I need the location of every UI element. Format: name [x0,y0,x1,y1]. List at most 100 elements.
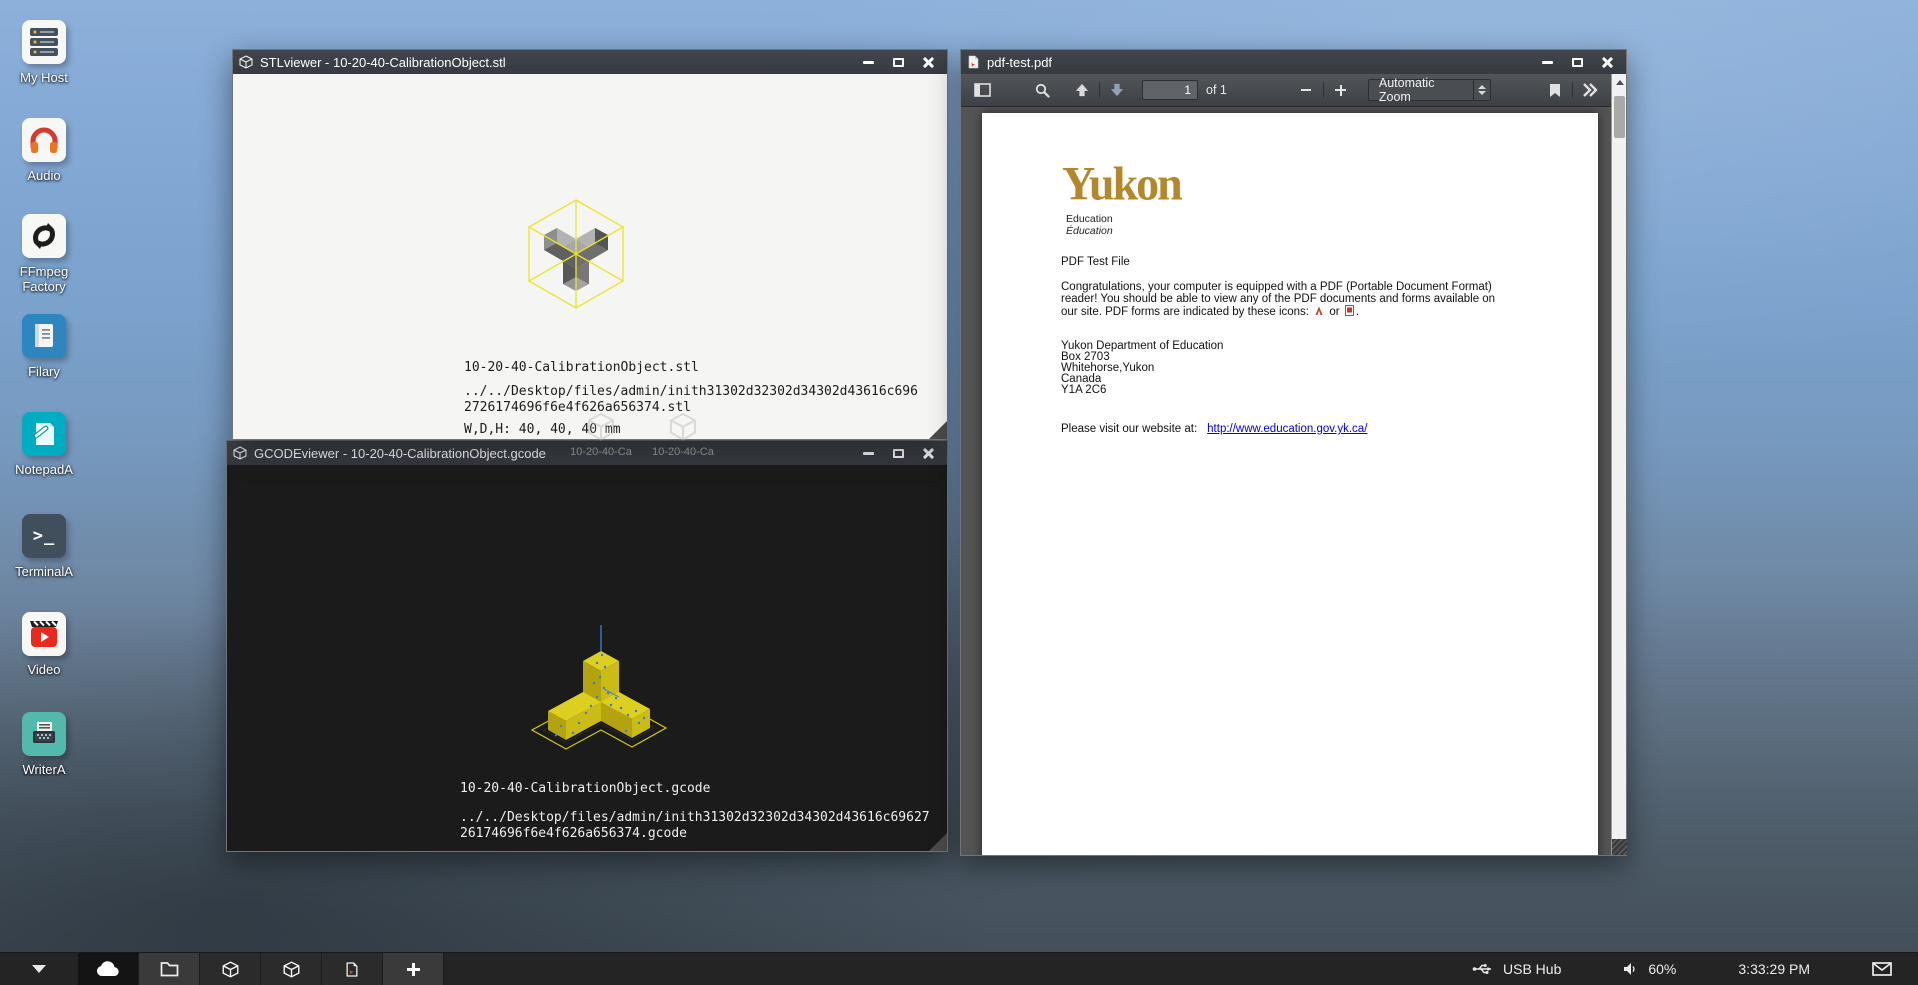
desktop-icon-terminala[interactable]: >_ TerminalA [6,514,82,579]
bookmark-icon [1549,83,1561,98]
gcode-viewer-window: GCODEviewer - 10-20-40-CalibrationObject… [226,440,948,852]
sidebar-toggle-button[interactable] [969,77,995,103]
dropdown-arrows-icon [1474,85,1490,95]
arrow-up-icon [1075,83,1089,97]
desktop-icon-writera[interactable]: WriterA [6,712,82,777]
gcode-3d-print [501,593,711,753]
paragraph-line: our site. PDF forms are indicated by the… [1061,305,1539,319]
paragraph-text: or [1329,306,1339,318]
desktop-icon-label: Video [27,662,60,677]
more-tools-button[interactable] [1577,77,1603,103]
paragraph-text: our site. PDF forms are indicated by the… [1061,306,1309,318]
usb-status[interactable]: USB Hub [1472,961,1561,977]
book-icon [22,314,66,358]
scroll-up-icon [1616,80,1624,85]
zoom-level-value: Automatic Zoom [1369,76,1473,104]
gcode-viewport[interactable]: 10-20-40-CalibrationObject.gcode ../../D… [227,465,947,851]
paragraph-line: Congratulations, your computer is equipp… [1061,282,1539,294]
usb-icon [1472,962,1494,976]
maximize-icon [893,58,904,67]
notifications[interactable] [1872,962,1892,976]
desktop: My Host Audio FFmpeg Factory [0,0,1918,985]
minimize-button[interactable] [855,443,881,463]
system-tray: USB Hub 60% 3:33:29 PM [1410,953,1918,985]
taskbar-item-stlviewer[interactable] [200,953,261,985]
search-button[interactable] [1029,77,1055,103]
speaker-icon [1623,962,1639,976]
page-number-input[interactable] [1142,80,1198,100]
address-block: Yukon Department of Education Box 2703 W… [1061,341,1223,396]
zoom-out-button[interactable] [1293,77,1319,103]
close-icon [922,56,934,68]
close-button[interactable] [915,52,941,72]
volume-status[interactable]: 60% [1623,961,1676,977]
cube-icon [587,412,615,442]
taskbar-item-files[interactable] [139,953,200,985]
desktop-icon-label: NotepadA [15,462,73,477]
taskbar-item-gcodeviewer[interactable] [261,953,322,985]
minimize-icon [1542,61,1553,64]
chevron-down-icon [32,965,46,973]
clock[interactable]: 3:33:29 PM [1738,961,1810,977]
ghost-file-icon-2[interactable]: 10-20-40-Ca [652,412,714,458]
taskbar-item-cloud[interactable] [78,953,139,985]
desktop-icon-label: Filary [28,364,60,379]
new-window-button[interactable] [383,953,444,985]
window-title: STLviewer - 10-20-40-CalibrationObject.s… [260,55,855,70]
desktop-icon-audio[interactable]: Audio [6,118,82,183]
desktop-icon-label: Audio [27,168,60,183]
desktop-icon-label: TerminalA [15,564,73,579]
pdf-doc-icon [1345,305,1354,316]
taskbar-menu-button[interactable] [0,953,78,985]
scroll-up-button[interactable] [1612,74,1627,90]
note-pencil-icon [22,412,66,456]
zoom-in-button[interactable] [1328,77,1354,103]
maximize-button[interactable] [885,443,911,463]
gcode-path-line1: ../../Desktop/files/admin/inith31302d323… [460,810,930,825]
cube-icon [239,55,253,69]
desktop-icon-ffmpeg-factory[interactable]: FFmpeg Factory [6,214,82,294]
close-button[interactable] [915,443,941,463]
desktop-icon-my-host[interactable]: My Host [6,20,82,85]
zoom-level-dropdown[interactable]: Automatic Zoom [1368,79,1491,101]
maximize-button[interactable] [885,52,911,72]
desktop-icon-video[interactable]: Video [6,612,82,677]
close-button[interactable] [1594,52,1620,72]
next-page-button[interactable] [1104,77,1130,103]
bookmark-button[interactable] [1542,77,1568,103]
minimize-button[interactable] [1534,52,1560,72]
taskbar-item-pdfviewer[interactable] [322,953,383,985]
headphones-icon [22,118,66,162]
desktop-icon-label: WriterA [22,762,65,777]
yukon-logo: Yukon [1062,156,1181,211]
minimize-button[interactable] [855,52,881,72]
ghost-file-icon-1[interactable]: 10-20-40-Ca [570,412,632,458]
logo-subtitle-en: Education [1066,213,1113,225]
paragraph-line: reader! You should be able to view any o… [1061,294,1539,306]
window-resize-grip[interactable] [1612,839,1627,855]
arrow-down-icon [1110,83,1124,97]
resize-grip[interactable] [929,833,947,851]
pdf-titlebar[interactable]: pdf-test.pdf [961,50,1626,74]
maximize-button[interactable] [1564,52,1590,72]
pdf-content-area[interactable]: Yukon Education Éducation PDF Test File … [961,107,1611,855]
address-line: Y1A 2C6 [1061,385,1223,396]
cube-icon [222,961,239,978]
previous-page-button[interactable] [1069,77,1095,103]
pdf-scrollbar[interactable] [1611,74,1626,855]
stl-titlebar[interactable]: STLviewer - 10-20-40-CalibrationObject.s… [233,50,947,74]
plus-icon [406,962,421,977]
resize-grip[interactable] [929,421,947,439]
usb-label: USB Hub [1503,961,1561,977]
scrollbar-thumb[interactable] [1614,96,1625,138]
desktop-icon-notepada[interactable]: NotepadA [6,412,82,477]
website-link[interactable]: http://www.education.gov.yk.ca/ [1207,423,1367,435]
stl-path-line1: ../../Desktop/files/admin/inith31302d323… [464,384,918,399]
desktop-icon-label: My Host [20,70,68,85]
paragraph-text: . [1356,306,1359,318]
doc-paragraph: Congratulations, your computer is equipp… [1061,282,1539,319]
volume-label: 60% [1648,961,1676,977]
maximize-icon [1572,58,1583,67]
desktop-icon-filary[interactable]: Filary [6,314,82,379]
stl-viewport[interactable]: 10-20-40-CalibrationObject.stl ../../Des… [233,74,947,439]
